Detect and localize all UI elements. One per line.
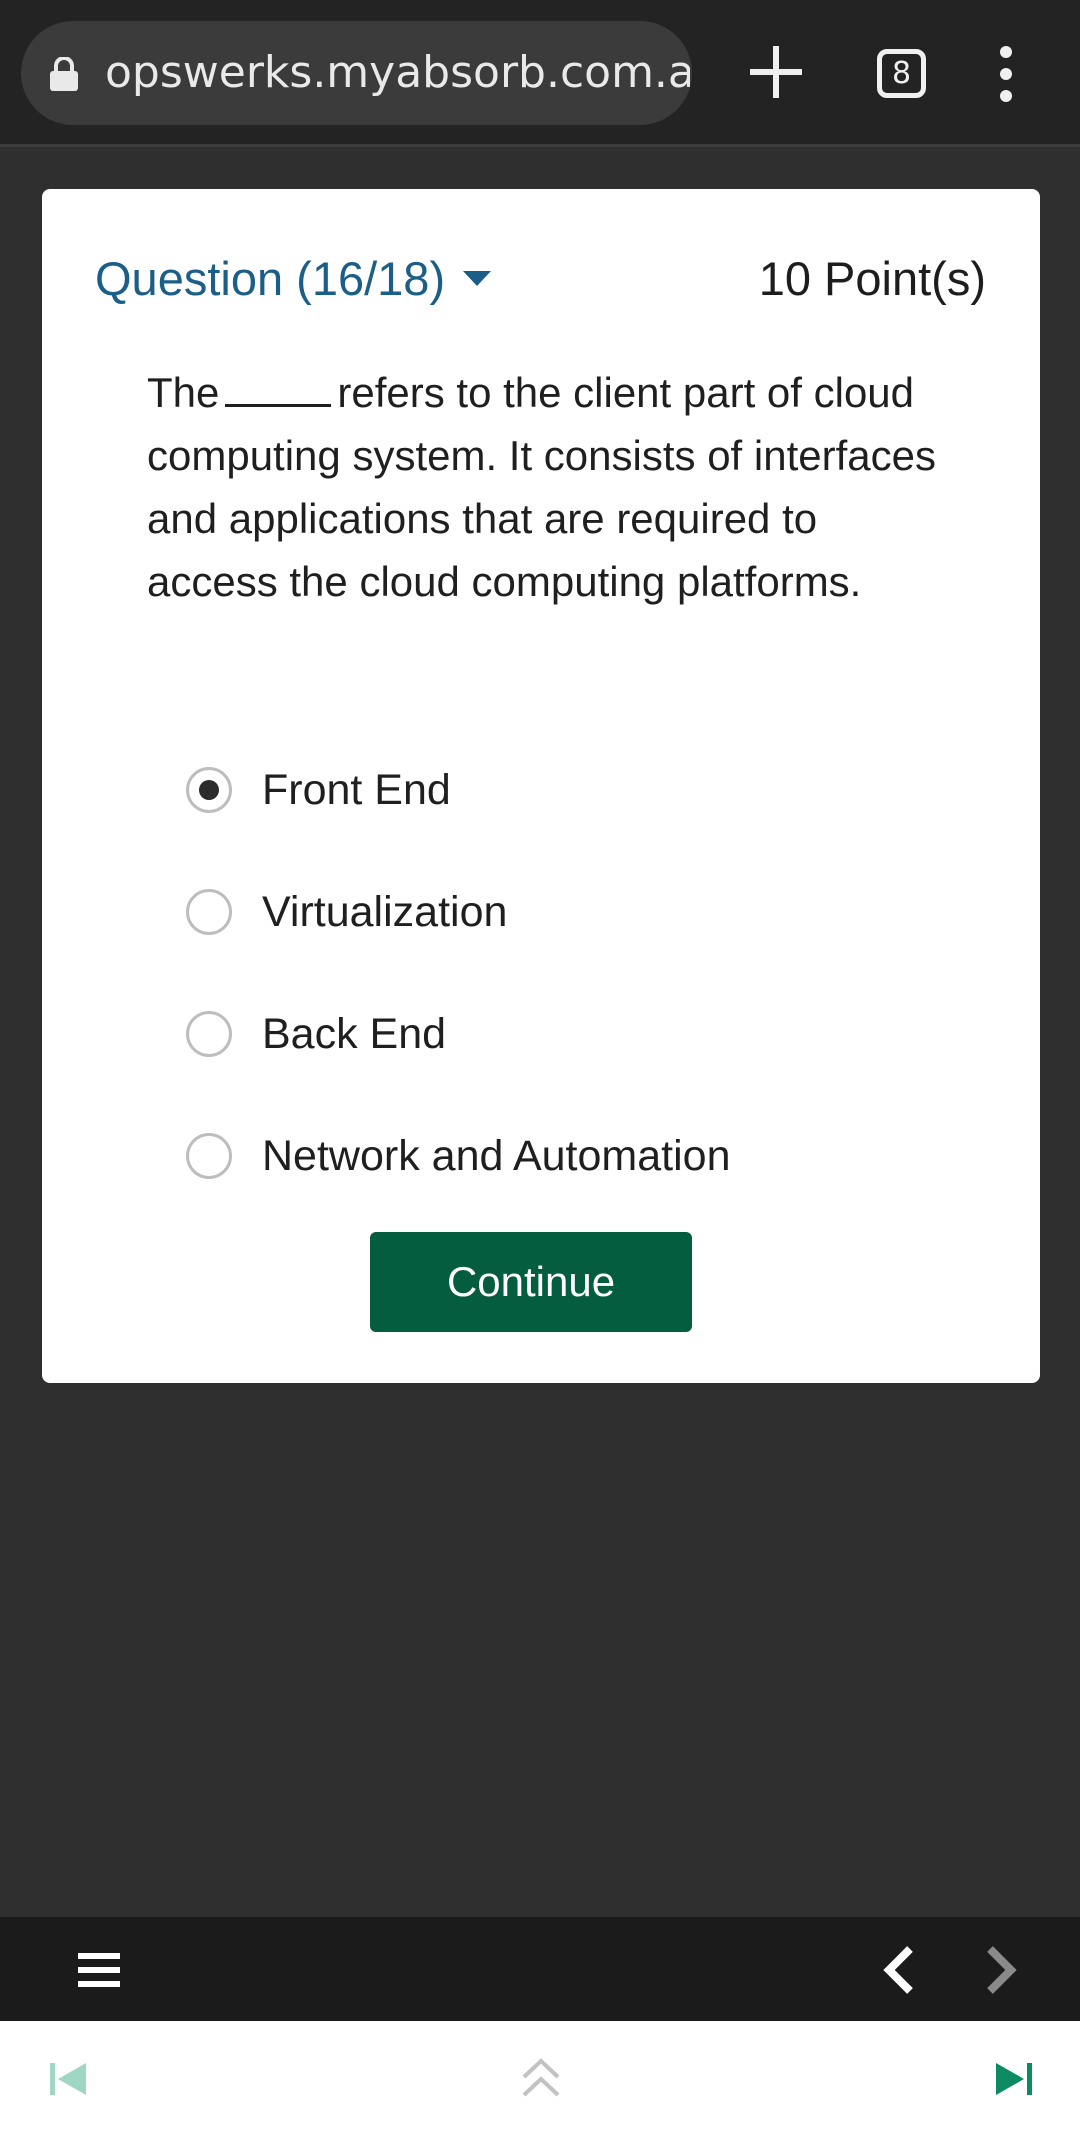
option-label: Network and Automation [262, 1131, 731, 1180]
hamburger-icon[interactable] [78, 1953, 120, 1987]
more-vert-icon[interactable] [994, 46, 1018, 102]
answer-option-back-end[interactable]: Back End [186, 973, 986, 1095]
answer-option-network-automation[interactable]: Network and Automation [186, 1095, 986, 1217]
lesson-nav-bar [0, 2021, 1080, 2131]
radio-button[interactable] [186, 767, 232, 813]
skip-previous-icon[interactable] [48, 2061, 88, 2097]
skip-next-icon[interactable] [994, 2061, 1034, 2097]
double-chevron-up-icon[interactable] [520, 2055, 562, 2101]
chevron-right-icon[interactable] [980, 1945, 1020, 1995]
quiz-card: Question (16/18) 10 Point(s) The refers t… [42, 189, 1040, 1383]
fill-blank [225, 369, 332, 407]
lock-icon [50, 57, 78, 91]
answer-option-front-end[interactable]: Front End [186, 729, 986, 851]
question-text: The refers to the client part of cloud co… [147, 361, 947, 613]
tab-switcher-button[interactable]: 8 [877, 49, 926, 98]
question-label: Question (16/18) [95, 252, 446, 305]
browser-toolbar: opswerks.myabsorb.com.au 8 [0, 0, 1080, 147]
points-label: 10 Point(s) [758, 252, 986, 305]
caret-down-icon [463, 271, 492, 286]
continue-button[interactable]: Continue [370, 1232, 692, 1332]
answer-option-virtualization[interactable]: Virtualization [186, 851, 986, 973]
option-label: Back End [262, 1009, 447, 1058]
course-toolbar [0, 1917, 1080, 2021]
question-selector[interactable]: Question (16/18) [95, 251, 492, 306]
radio-button[interactable] [186, 889, 232, 935]
url-text: opswerks.myabsorb.com.au [105, 47, 690, 98]
radio-button[interactable] [186, 1133, 232, 1179]
question-text-start: The [147, 369, 220, 416]
option-label: Virtualization [262, 887, 508, 936]
address-bar[interactable]: opswerks.myabsorb.com.au [21, 21, 692, 125]
chevron-left-icon[interactable] [880, 1945, 920, 1995]
option-label: Front End [262, 765, 451, 814]
radio-button[interactable] [186, 1011, 232, 1057]
answer-options: Front End Virtualization Back End Networ… [186, 729, 986, 1217]
plus-icon[interactable] [744, 40, 808, 104]
